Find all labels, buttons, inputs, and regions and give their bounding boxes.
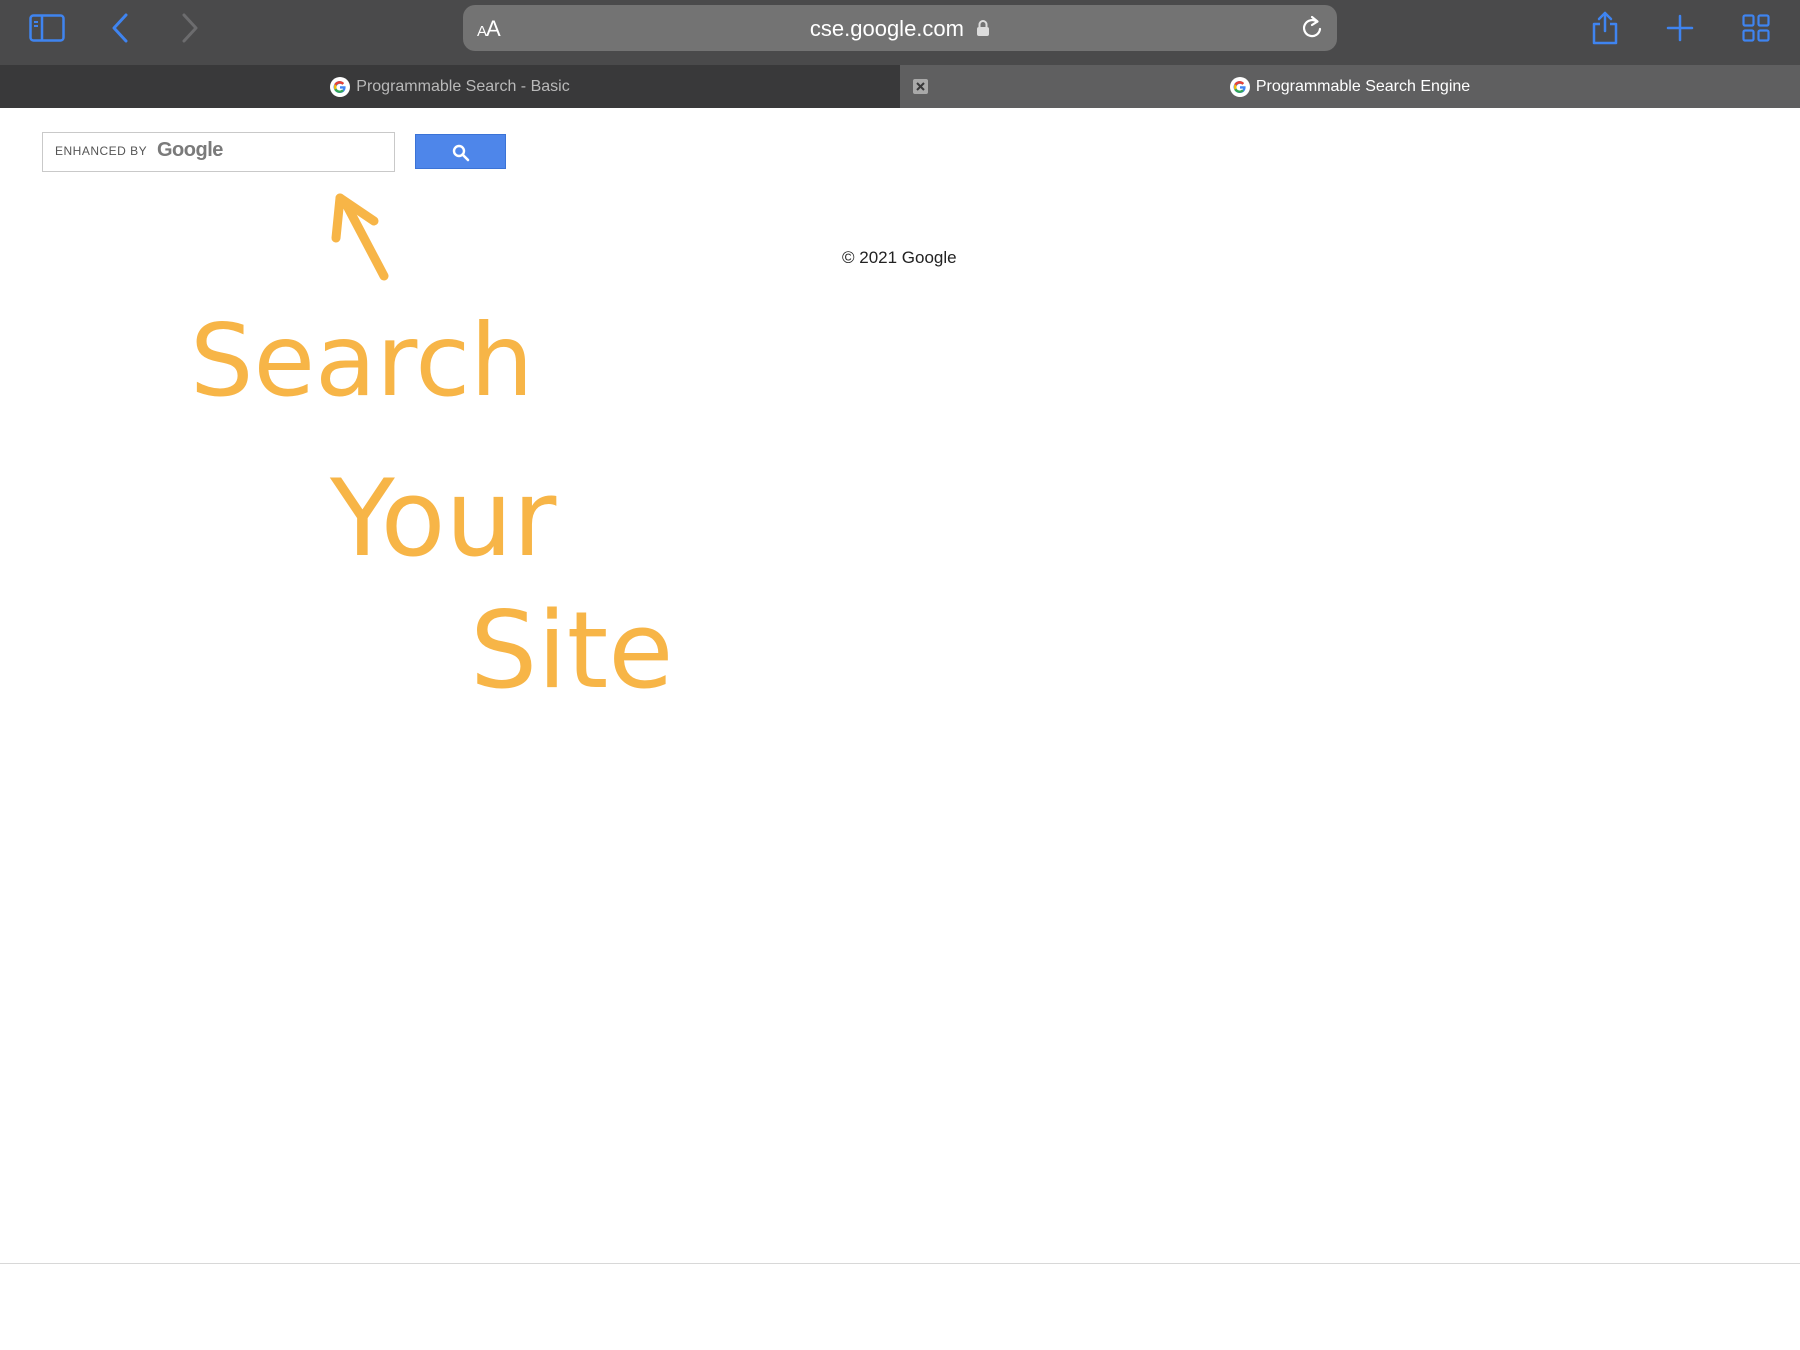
page-divider	[0, 1263, 1800, 1264]
forward-icon[interactable]	[180, 12, 200, 44]
search-icon	[452, 144, 470, 162]
tab-label: Programmable Search Engine	[1255, 77, 1471, 95]
lock-icon	[977, 20, 990, 36]
tab-programmable-search-engine[interactable]: Programmable Search Engine	[900, 65, 1800, 108]
back-icon[interactable]	[110, 12, 130, 44]
annotation-search-text: Search	[190, 302, 534, 419]
copyright-text: © 2021 Google	[842, 248, 957, 267]
enhanced-by-label: ENHANCED BY	[55, 144, 148, 158]
tab-label: Programmable Search - Basic	[356, 77, 570, 95]
arrow-icon	[331, 193, 389, 281]
new-tab-icon[interactable]	[1666, 14, 1694, 42]
tab-overview-icon[interactable]	[1742, 14, 1770, 42]
sidebar-icon[interactable]	[29, 14, 65, 42]
annotation-your-text: Your	[329, 457, 557, 580]
share-icon[interactable]	[1590, 10, 1620, 46]
close-tab-button[interactable]	[913, 79, 928, 94]
browser-toolbar: AA cse.google.com	[0, 0, 1800, 65]
search-input[interactable]: ENHANCED BY Google	[42, 132, 395, 172]
google-favicon-icon	[330, 76, 351, 97]
reload-icon[interactable]	[1299, 15, 1325, 41]
google-favicon-icon	[1229, 76, 1250, 97]
tab-bar: Programmable Search - Basic Programmable…	[0, 65, 1800, 108]
google-brand-label: Google	[157, 139, 223, 161]
search-button[interactable]	[415, 134, 506, 169]
close-icon	[916, 82, 925, 91]
handwritten-annotation: Search Your Site	[190, 193, 674, 712]
url-text[interactable]: cse.google.com	[810, 16, 964, 41]
address-bar[interactable]: AA cse.google.com	[463, 5, 1337, 51]
annotation-site-text: Site	[470, 589, 674, 712]
tab-programmable-search-basic[interactable]: Programmable Search - Basic	[0, 65, 900, 108]
